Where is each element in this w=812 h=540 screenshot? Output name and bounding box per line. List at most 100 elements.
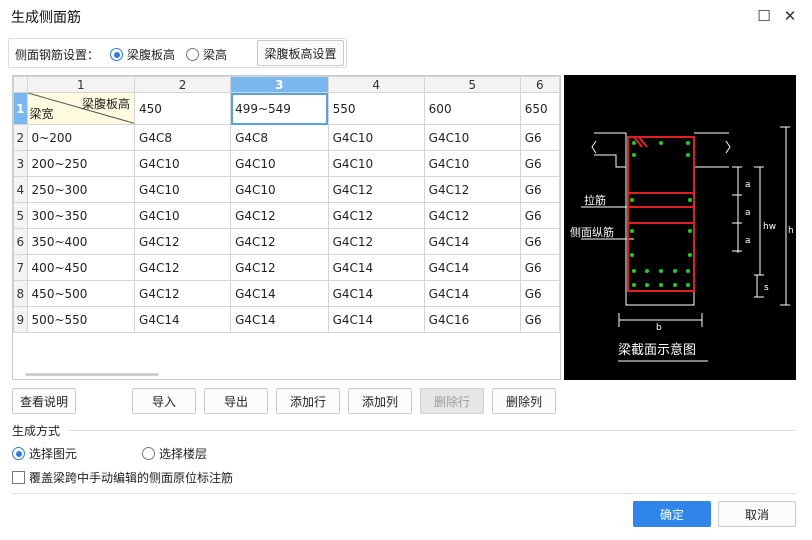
row-number[interactable]: 3 <box>13 150 28 177</box>
rebar-dot <box>630 198 634 202</box>
table-cell[interactable]: G6 <box>519 176 560 203</box>
add-row-button[interactable]: 添加行 <box>276 388 340 414</box>
table-cell[interactable]: G4C12 <box>423 202 521 229</box>
column-header[interactable]: 6 <box>519 76 560 93</box>
delete-row-button[interactable]: 删除行 <box>420 388 484 414</box>
table-row: 5 300~350 G4C10 G4C12 G4C12 G4C12 G6 <box>13 202 560 229</box>
table-cell[interactable]: G4C12 <box>230 202 329 229</box>
table-cell[interactable]: G4C10 <box>327 150 425 177</box>
table-cell[interactable]: 450~500 <box>26 280 136 307</box>
table-cell[interactable]: G4C10 <box>134 202 232 229</box>
table-cell[interactable]: G6 <box>519 228 560 255</box>
table-cell[interactable]: G4C12 <box>327 202 425 229</box>
table-cell[interactable]: G4C14 <box>423 280 521 307</box>
column-header[interactable]: 4 <box>327 76 425 93</box>
table-cell[interactable]: G4C10 <box>327 124 425 151</box>
row-number[interactable]: 5 <box>13 202 28 229</box>
rebar-dot <box>686 141 690 145</box>
view-help-button[interactable]: 查看说明 <box>12 388 76 414</box>
table-cell[interactable]: G4C14 <box>327 306 425 333</box>
radio-select-floor[interactable]: 选择楼层 <box>142 445 207 462</box>
maximize-icon[interactable]: ☐ <box>752 4 776 28</box>
column-header-selected[interactable]: 3 <box>230 76 329 93</box>
table-cell[interactable]: 650 <box>519 92 560 125</box>
radio-beam-height-indicator[interactable] <box>186 48 199 61</box>
column-header[interactable]: 2 <box>134 76 232 93</box>
table-cell[interactable]: G4C10 <box>230 150 329 177</box>
table-cell[interactable]: G4C14 <box>134 306 232 333</box>
table-cell[interactable]: G4C14 <box>423 254 521 281</box>
table-cell[interactable]: G4C12 <box>423 176 521 203</box>
table-cell[interactable]: G6 <box>519 202 560 229</box>
rebar-dot <box>645 283 649 287</box>
override-checkbox-row[interactable]: 覆盖梁跨中手动编辑的侧面原位标注筋 <box>12 469 233 486</box>
override-checkbox[interactable] <box>12 471 25 484</box>
table-cell[interactable]: G4C10 <box>230 176 329 203</box>
table-cell[interactable]: G4C10 <box>134 150 232 177</box>
table-cell[interactable]: G4C12 <box>230 228 329 255</box>
table-cell[interactable]: G6 <box>519 254 560 281</box>
table-cell[interactable]: 600 <box>423 92 521 125</box>
row-number-selected[interactable]: 1 <box>13 92 28 125</box>
table-cell[interactable]: G4C8 <box>230 124 329 151</box>
web-height-settings-button[interactable]: 梁腹板高设置 <box>257 40 344 66</box>
table-cell[interactable]: 300~350 <box>26 202 136 229</box>
table-cell[interactable]: G4C14 <box>327 254 425 281</box>
row-number[interactable]: 2 <box>13 124 28 151</box>
table-cell[interactable]: G4C14 <box>230 280 329 307</box>
table-cell[interactable]: 550 <box>327 92 425 125</box>
table-cell[interactable]: 350~400 <box>26 228 136 255</box>
table-cell[interactable]: 200~250 <box>26 150 136 177</box>
table-cell[interactable]: G4C14 <box>230 306 329 333</box>
table-cell[interactable]: G6 <box>519 306 560 333</box>
close-icon[interactable]: ✕ <box>778 4 802 28</box>
radio-select-element[interactable]: 选择图元 <box>12 445 77 462</box>
delete-column-button[interactable]: 删除列 <box>492 388 556 414</box>
radio-select-element-indicator[interactable] <box>12 447 25 460</box>
table-cell[interactable]: G6 <box>519 280 560 307</box>
table-cell[interactable]: G4C12 <box>230 254 329 281</box>
import-button[interactable]: 导入 <box>132 388 196 414</box>
table-cell[interactable]: G4C12 <box>327 176 425 203</box>
horizontal-scrollbar[interactable] <box>25 373 159 376</box>
radio-web-height-indicator[interactable] <box>110 48 123 61</box>
table-cell[interactable]: 400~450 <box>26 254 136 281</box>
column-header[interactable]: 1 <box>26 76 136 93</box>
radio-select-floor-indicator[interactable] <box>142 447 155 460</box>
radio-web-height[interactable]: 梁腹板高 <box>110 46 175 63</box>
table-cell[interactable]: G4C14 <box>423 228 521 255</box>
table-cell[interactable]: G4C10 <box>423 150 521 177</box>
row-number[interactable]: 9 <box>13 306 28 333</box>
row-number[interactable]: 6 <box>13 228 28 255</box>
table-cell[interactable]: G6 <box>519 150 560 177</box>
table-cell[interactable]: 250~300 <box>26 176 136 203</box>
row-number[interactable]: 8 <box>13 280 28 307</box>
table-cell[interactable]: G4C10 <box>134 176 232 203</box>
cancel-button[interactable]: 取消 <box>718 501 796 527</box>
table-cell[interactable]: 450 <box>134 92 232 125</box>
table-cell[interactable]: 0~200 <box>26 124 136 151</box>
row-number[interactable]: 4 <box>13 176 28 203</box>
title-bar: 生成侧面筋 ☐ ✕ <box>0 0 812 32</box>
table-cell[interactable]: 500~550 <box>26 306 136 333</box>
dim-a-label-3: a <box>745 236 751 246</box>
table-cell[interactable]: G4C12 <box>134 228 232 255</box>
column-header[interactable]: 5 <box>423 76 521 93</box>
table-cell[interactable]: G4C8 <box>134 124 232 151</box>
table-cell[interactable]: G4C12 <box>134 280 232 307</box>
table-cell[interactable]: G4C14 <box>327 280 425 307</box>
stirrup-hook <box>633 136 648 148</box>
table-cell-active[interactable]: 499~549 <box>230 92 329 125</box>
row-number[interactable]: 7 <box>13 254 28 281</box>
radio-select-floor-label: 选择楼层 <box>159 447 208 461</box>
add-column-button[interactable]: 添加列 <box>348 388 412 414</box>
radio-beam-height[interactable]: 梁高 <box>186 46 227 63</box>
ok-button[interactable]: 确定 <box>633 501 711 527</box>
table-cell[interactable]: G4C10 <box>423 124 521 151</box>
table-cell[interactable]: G6 <box>519 124 560 151</box>
table-cell[interactable]: G4C16 <box>423 306 521 333</box>
beam-outline <box>594 132 729 306</box>
table-cell[interactable]: G4C12 <box>327 228 425 255</box>
table-cell[interactable]: G4C12 <box>134 254 232 281</box>
export-button[interactable]: 导出 <box>204 388 268 414</box>
